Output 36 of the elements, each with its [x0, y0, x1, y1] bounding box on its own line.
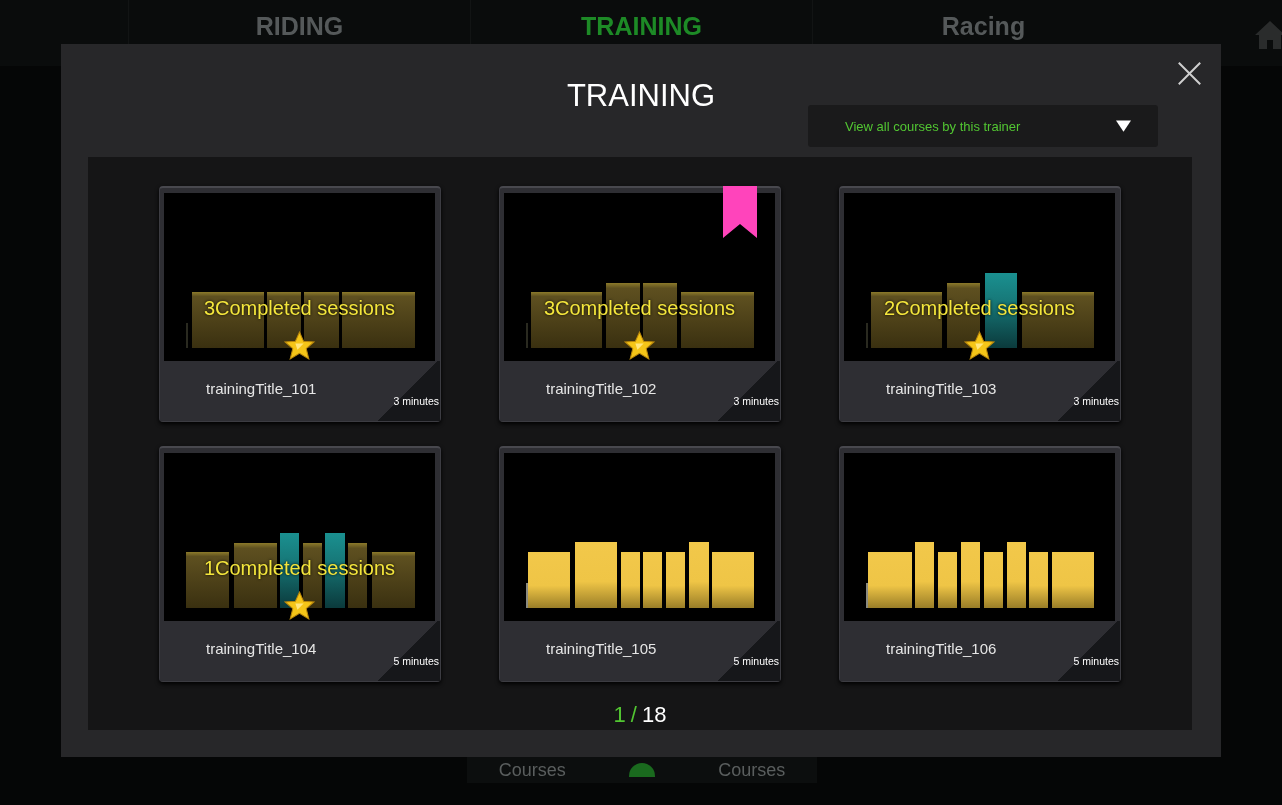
courses-label: Courses	[718, 759, 786, 781]
trainer-filter-dropdown[interactable]: View all courses by this trainer	[808, 105, 1158, 147]
star-icon	[624, 331, 655, 360]
toggle-switch[interactable]	[629, 763, 655, 777]
course-title: trainingTitle_103	[886, 380, 997, 397]
duration-text: 5 minutes	[393, 655, 439, 667]
page-number: 1	[613, 702, 626, 728]
course-card[interactable]: 1Completed sessions trainingTitle_104 5 minutes	[159, 446, 441, 682]
close-icon[interactable]	[1177, 61, 1202, 86]
completed-sessions-text: 2Completed sessions	[882, 297, 1077, 320]
duration-text: 3 minutes	[1073, 395, 1119, 407]
star-icon	[284, 591, 315, 620]
completed-sessions-text: 3Completed sessions	[202, 297, 397, 320]
course-title: trainingTitle_106	[886, 640, 997, 657]
star-icon	[964, 331, 995, 360]
course-title: trainingTitle_102	[546, 380, 657, 397]
course-title: trainingTitle_105	[546, 640, 657, 657]
course-card[interactable]: 3Completed sessions trainingTitle_102 3 minutes	[499, 186, 781, 422]
course-card[interactable]: trainingTitle_105 5 minutes	[499, 446, 781, 682]
star-icon	[284, 331, 315, 360]
duration-text: 5 minutes	[733, 655, 779, 667]
course-card[interactable]: 3Completed sessions trainingTitle_101 3 minutes	[159, 186, 441, 422]
caret-icon	[1116, 120, 1131, 132]
completed-sessions-text: 1Completed sessions	[202, 557, 397, 580]
course-card[interactable]: trainingTitle_106 5 minutes	[839, 446, 1121, 682]
course-card[interactable]: 2Completed sessions trainingTitle_103 3 minutes	[839, 186, 1121, 422]
course-title: trainingTitle_101	[206, 380, 317, 397]
page-total: 18	[641, 702, 667, 728]
dialog-title: TRAINING	[566, 77, 716, 114]
course-title: trainingTitle_104	[206, 640, 317, 657]
page-separator: /	[630, 702, 637, 728]
completed-sessions-text: 3Completed sessions	[542, 297, 737, 320]
duration-text: 3 minutes	[733, 395, 779, 407]
duration-text: 3 minutes	[393, 395, 439, 407]
courses-label: Courses	[498, 759, 566, 781]
duration-text: 5 minutes	[1073, 655, 1119, 667]
